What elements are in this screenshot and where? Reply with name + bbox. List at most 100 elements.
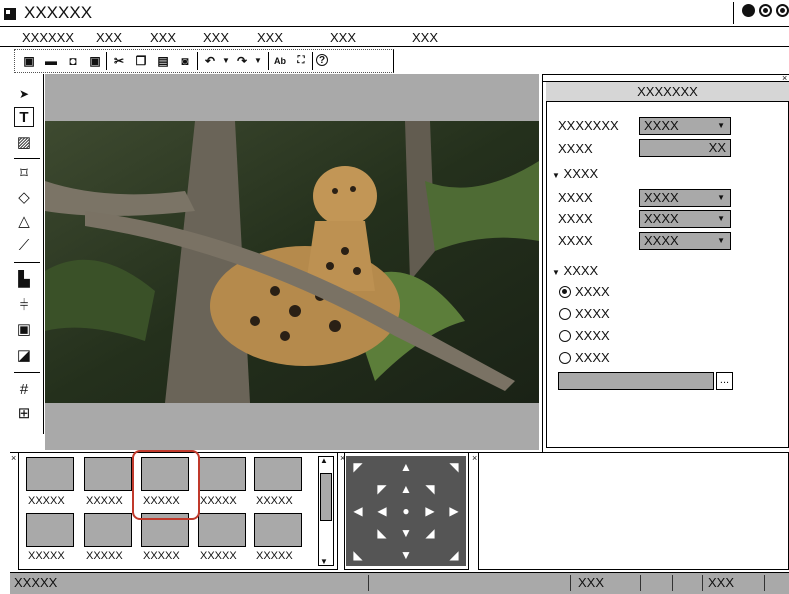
- thumbnail[interactable]: [254, 513, 302, 547]
- row1-label: XXXXXXX: [558, 118, 619, 133]
- layer-tool-icon[interactable]: ▣: [14, 320, 34, 340]
- arrow-s-small-icon[interactable]: ▼: [394, 522, 418, 544]
- scrollbar-thumb[interactable]: [320, 473, 332, 521]
- thumbnail[interactable]: [26, 457, 74, 491]
- arrow-nw-small-icon[interactable]: ◤: [370, 478, 394, 500]
- undo-dropdown-icon[interactable]: ▼: [219, 54, 233, 68]
- output-pane: [478, 452, 789, 570]
- cut-icon[interactable]: ✂: [112, 54, 126, 68]
- maximize-icon[interactable]: [759, 4, 772, 17]
- paste-icon[interactable]: ▤: [156, 54, 170, 68]
- thumbnail-caption: XXXXX: [200, 495, 237, 507]
- pane-close-icon[interactable]: ×: [340, 453, 345, 463]
- guide-tool-icon[interactable]: ⊞: [14, 404, 34, 424]
- line-tool-icon[interactable]: ⟋: [14, 236, 34, 256]
- row1-dropdown[interactable]: XXXX ▼: [639, 117, 731, 135]
- s1-row2-label: XXXX: [558, 211, 593, 226]
- new-icon[interactable]: ▣: [22, 54, 36, 68]
- section2-header[interactable]: ▼ XXXX: [552, 263, 598, 278]
- fit-icon[interactable]: ⛶: [294, 54, 308, 68]
- video-preview: [45, 121, 539, 403]
- menu-item-5[interactable]: XXX: [257, 30, 283, 45]
- menu-item-3[interactable]: XXX: [150, 30, 176, 45]
- help-icon[interactable]: ?: [316, 54, 328, 66]
- pane-close-icon[interactable]: ×: [11, 453, 16, 463]
- thumbnail[interactable]: [84, 513, 132, 547]
- radio-label-4: XXXX: [575, 350, 610, 365]
- s1-row1-dropdown[interactable]: XXXX ▼: [639, 189, 731, 207]
- radio-option-2[interactable]: [559, 308, 571, 320]
- thumbnail[interactable]: [198, 513, 246, 547]
- text-tool-icon[interactable]: T: [14, 107, 34, 127]
- menu-item-6[interactable]: XXX: [330, 30, 356, 45]
- arrow-nw-icon[interactable]: ◤: [346, 456, 370, 478]
- delete-icon[interactable]: ◙: [178, 54, 192, 68]
- arrow-e-icon[interactable]: ▶: [442, 500, 466, 522]
- arrow-sw-small-icon[interactable]: ◣: [370, 522, 394, 544]
- align-tool-icon[interactable]: ▙: [14, 270, 34, 290]
- select-arrow-icon[interactable]: ➤: [14, 84, 34, 104]
- menu-item-7[interactable]: XXX: [412, 30, 438, 45]
- scroll-down-icon[interactable]: ▼: [320, 557, 328, 566]
- arrow-s-icon[interactable]: ▼: [394, 544, 418, 566]
- arrow-n-small-icon[interactable]: ▲: [394, 478, 418, 500]
- thumbnail-caption: XXXXX: [256, 495, 293, 507]
- radio-label-2: XXXX: [575, 306, 610, 321]
- menu-item-2[interactable]: XXX: [96, 30, 122, 45]
- selected-thumbnail-highlight: [132, 450, 200, 520]
- thumbnail[interactable]: [84, 457, 132, 491]
- radio-option-4[interactable]: [559, 352, 571, 364]
- arrow-se-small-icon[interactable]: ◢: [418, 522, 442, 544]
- image-tool-icon[interactable]: ▨: [14, 133, 34, 153]
- s1-row1-label: XXXX: [558, 190, 593, 205]
- redo-dropdown-icon[interactable]: ▼: [251, 54, 265, 68]
- radio-label-3: XXXX: [575, 328, 610, 343]
- panel-title: XXXXXXX: [546, 82, 789, 102]
- menu-item-4[interactable]: XXX: [203, 30, 229, 45]
- thumbnail-caption: XXXXX: [28, 550, 65, 562]
- arrow-ne-small-icon[interactable]: ◥: [418, 478, 442, 500]
- radio-option-1[interactable]: [559, 286, 571, 298]
- arrow-sw-icon[interactable]: ◣: [346, 544, 370, 566]
- copy-icon[interactable]: ❐: [134, 54, 148, 68]
- arrow-ne-icon[interactable]: ◥: [442, 456, 466, 478]
- text-case-icon[interactable]: Ab: [273, 54, 287, 68]
- app-icon: [4, 8, 16, 20]
- s1-row3-label: XXXX: [558, 233, 593, 248]
- arrow-w-icon[interactable]: ◀: [346, 500, 370, 522]
- center-dot-icon[interactable]: ●: [394, 500, 418, 522]
- row2-field[interactable]: XX: [639, 139, 731, 157]
- close-icon[interactable]: [776, 4, 789, 17]
- path-field[interactable]: [558, 372, 714, 390]
- triangle-tool-icon[interactable]: △: [14, 212, 34, 232]
- save-icon[interactable]: ◘: [66, 54, 80, 68]
- arrow-e-small-icon[interactable]: ▶: [418, 500, 442, 522]
- distribute-tool-icon[interactable]: ⫩: [14, 296, 34, 316]
- arrow-n-icon[interactable]: ▲: [394, 456, 418, 478]
- open-folder-icon[interactable]: ▬: [44, 54, 58, 68]
- ellipse-tool-icon[interactable]: ◇: [14, 188, 34, 208]
- thumbnail[interactable]: [26, 513, 74, 547]
- section1-header[interactable]: ▼ XXXX: [552, 166, 598, 181]
- grid-tool-icon[interactable]: #: [14, 380, 34, 400]
- rect-tool-icon[interactable]: ⌑: [14, 164, 34, 184]
- radio-option-3[interactable]: [559, 330, 571, 342]
- scroll-up-icon[interactable]: ▲: [320, 456, 328, 465]
- undo-icon[interactable]: ↶: [203, 54, 217, 68]
- browse-button[interactable]: ...: [716, 372, 733, 390]
- pane-close-icon[interactable]: ×: [472, 453, 477, 463]
- menu-item-1[interactable]: XXXXXX: [22, 30, 74, 45]
- thumbnail[interactable]: [254, 457, 302, 491]
- thumbnail-caption: XXXXX: [143, 550, 180, 562]
- s1-row2-dropdown[interactable]: XXXX ▼: [639, 210, 731, 228]
- arrow-w-small-icon[interactable]: ◀: [370, 500, 394, 522]
- status-right: XXX: [708, 575, 735, 590]
- save-as-icon[interactable]: ▣: [88, 54, 102, 68]
- minimize-icon[interactable]: [742, 4, 755, 17]
- s1-row3-dropdown[interactable]: XXXX ▼: [639, 232, 731, 250]
- arrow-se-icon[interactable]: ◢: [442, 544, 466, 566]
- redo-icon[interactable]: ↷: [235, 54, 249, 68]
- order-tool-icon[interactable]: ◪: [14, 346, 34, 366]
- thumbnail-caption: XXXXX: [28, 495, 65, 507]
- thumbnail[interactable]: [198, 457, 246, 491]
